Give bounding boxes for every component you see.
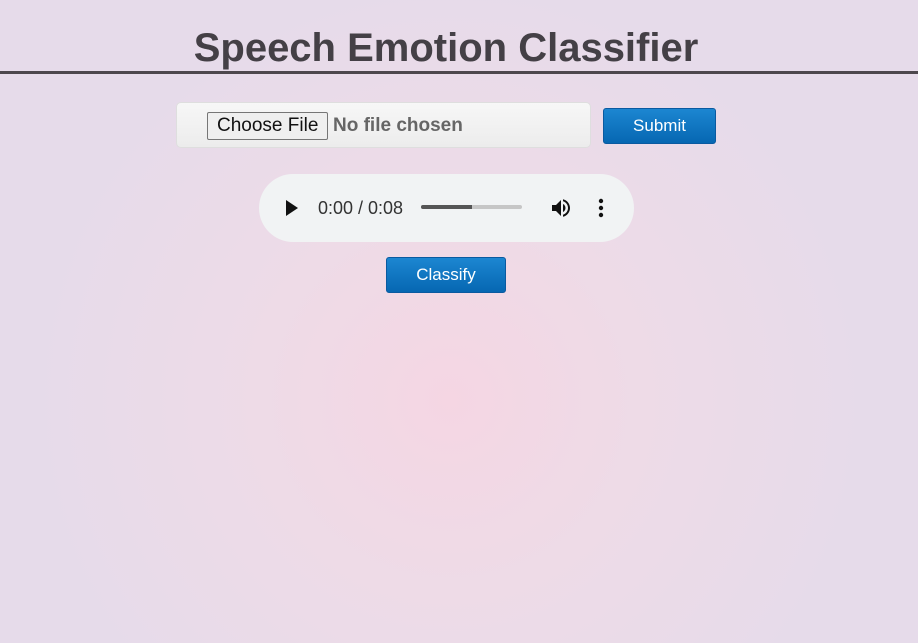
- title-divider: [0, 71, 918, 74]
- audio-time-display: 0:00 / 0:08: [318, 198, 404, 218]
- more-options-icon[interactable]: [592, 196, 610, 220]
- file-upload-form: Choose File No file chosen: [176, 102, 591, 148]
- audio-buffered-fill: [421, 205, 472, 209]
- play-icon[interactable]: [286, 200, 298, 216]
- volume-icon[interactable]: [549, 196, 573, 220]
- audio-player: 0:00 / 0:08: [259, 174, 634, 242]
- audio-progress-slider[interactable]: [421, 205, 522, 209]
- page-title: Speech Emotion Classifier: [193, 26, 699, 70]
- submit-button[interactable]: Submit: [603, 108, 716, 144]
- file-status-text: No file chosen: [333, 115, 463, 136]
- classify-button[interactable]: Classify: [386, 257, 506, 293]
- choose-file-button[interactable]: Choose File: [207, 112, 329, 140]
